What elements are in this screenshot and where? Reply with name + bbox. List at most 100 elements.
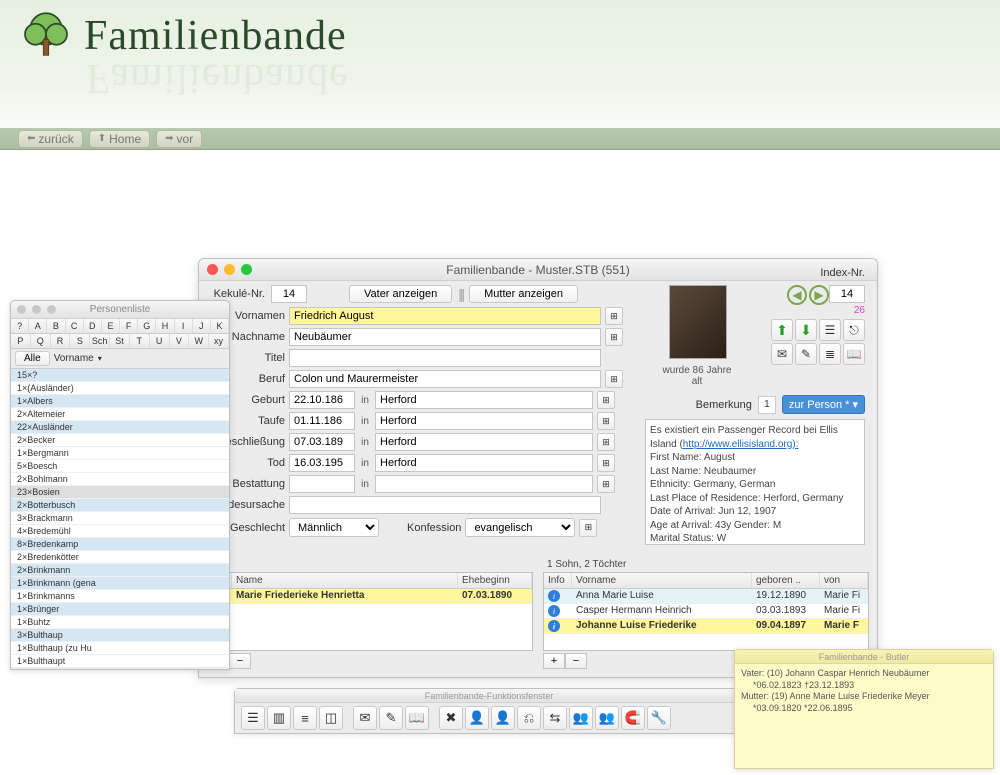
col-vorname[interactable]: Vorname xyxy=(572,573,752,588)
alpha-button[interactable]: St xyxy=(110,334,130,348)
alpha-button[interactable]: K xyxy=(211,319,229,333)
alpha-button[interactable]: S xyxy=(70,334,90,348)
field-action-icon[interactable]: ⊞ xyxy=(605,328,623,346)
couple-icon[interactable]: 👥 xyxy=(595,706,619,730)
book-icon[interactable]: 📖 xyxy=(405,706,429,730)
alpha-button[interactable]: R xyxy=(51,334,71,348)
alpha-button[interactable]: H xyxy=(156,319,174,333)
alpha-button[interactable]: P xyxy=(11,334,31,348)
kekule-field[interactable] xyxy=(271,285,307,303)
table-row[interactable]: i Marie Friederieke Henrietta 07.03.1890 xyxy=(208,589,532,604)
list-item[interactable]: 2×Brinkmann xyxy=(11,564,229,577)
col-name[interactable]: Name xyxy=(232,573,458,588)
tod-place[interactable] xyxy=(375,454,593,472)
field-action-icon[interactable]: ⊞ xyxy=(605,370,623,388)
field-action-icon[interactable]: ⊞ xyxy=(605,307,623,325)
edit-icon[interactable]: ✎ xyxy=(379,706,403,730)
bestattung-date[interactable] xyxy=(289,475,355,493)
drag-handle-icon[interactable]: ||| xyxy=(458,286,463,302)
minimize-icon[interactable] xyxy=(32,305,41,314)
nav-home[interactable]: ⬆Home xyxy=(89,130,150,148)
list-item[interactable]: 2×Becker xyxy=(11,434,229,447)
field-action-icon[interactable]: ⊞ xyxy=(597,475,615,493)
nav-forward[interactable]: ➡vor xyxy=(156,130,202,148)
tool-icon[interactable]: ⎌ xyxy=(517,706,541,730)
alpha-button[interactable]: U xyxy=(150,334,170,348)
tool-icon[interactable]: 🔧 xyxy=(647,706,671,730)
ehe-date[interactable] xyxy=(289,433,355,451)
field-action-icon[interactable]: ⊞ xyxy=(597,391,615,409)
list-item[interactable]: 2×Altemeier xyxy=(11,408,229,421)
col-info[interactable]: Info xyxy=(544,573,572,588)
magnet-icon[interactable]: 🧲 xyxy=(621,706,645,730)
field-action-icon[interactable]: ⊞ xyxy=(597,433,615,451)
alpha-button[interactable]: Q xyxy=(31,334,51,348)
field-action-icon[interactable]: ⊞ xyxy=(597,412,615,430)
table-row[interactable]: i Johanne Luise Friederike 09.04.1897 Ma… xyxy=(544,619,868,634)
nachname-field[interactable] xyxy=(289,328,601,346)
col-ehe[interactable]: Ehebeginn xyxy=(458,573,532,588)
delete-icon[interactable]: ✖ xyxy=(439,706,463,730)
list-item[interactable]: 3×Brackmann xyxy=(11,512,229,525)
add-child-button[interactable]: + xyxy=(543,653,565,669)
vornamen-field[interactable] xyxy=(289,307,601,325)
list-item[interactable]: 8×Bredenkamp xyxy=(11,538,229,551)
field-action-icon[interactable]: ⊞ xyxy=(579,519,597,537)
person-list[interactable]: 15×?1×(Ausländer)1×Albers2×Altemeier22×A… xyxy=(11,369,229,667)
info-icon[interactable]: i xyxy=(548,590,560,602)
alpha-button[interactable]: T xyxy=(130,334,150,348)
tool-icon[interactable]: ≡ xyxy=(293,706,317,730)
geburt-date[interactable] xyxy=(289,391,355,409)
alpha-button[interactable]: B xyxy=(47,319,65,333)
list-item[interactable]: 1×Bulthaup (zu Hu xyxy=(11,642,229,655)
list-item[interactable]: 1×Brinkmann (gena xyxy=(11,577,229,590)
dropdown-icon[interactable]: ▾ xyxy=(98,354,102,363)
list-item[interactable]: 2×Botterbusch xyxy=(11,499,229,512)
list-item[interactable]: 5×Boesch xyxy=(11,460,229,473)
list-item[interactable]: 15×? xyxy=(11,369,229,382)
alpha-button[interactable]: J xyxy=(193,319,211,333)
list-item[interactable]: 23×Bosien xyxy=(11,486,229,499)
todesursache-field[interactable] xyxy=(289,496,601,514)
person-icon[interactable]: 👤 xyxy=(465,706,489,730)
alpha-button[interactable]: G xyxy=(138,319,156,333)
filter-alle-button[interactable]: Alle xyxy=(15,351,50,366)
table-row[interactable]: i Anna Marie Luise 19.12.1890 Marie Fi xyxy=(544,589,868,604)
tool-icon[interactable]: ◫ xyxy=(319,706,343,730)
list-item[interactable]: 1×Bulthaupt xyxy=(11,655,229,667)
list-item[interactable]: 2×Bredenkötter xyxy=(11,551,229,564)
remove-child-button[interactable]: − xyxy=(565,653,587,669)
bestattung-place[interactable] xyxy=(375,475,593,493)
list-item[interactable]: 1×Buhtz xyxy=(11,616,229,629)
field-action-icon[interactable]: ⊞ xyxy=(597,454,615,472)
list-item[interactable]: 2×Bohlmann xyxy=(11,473,229,486)
col-von[interactable]: von xyxy=(820,573,868,588)
show-father-button[interactable]: Vater anzeigen xyxy=(349,285,452,303)
alpha-button[interactable]: A xyxy=(29,319,47,333)
alpha-button[interactable]: D xyxy=(84,319,102,333)
alpha-button[interactable]: xy xyxy=(209,334,229,348)
alpha-button[interactable]: ? xyxy=(11,319,29,333)
next-record-button[interactable]: ▶ xyxy=(809,285,829,305)
taufe-place[interactable] xyxy=(375,412,593,430)
zoom-icon[interactable] xyxy=(241,264,252,275)
barcode-icon[interactable]: ▥ xyxy=(267,706,291,730)
titel-field[interactable] xyxy=(289,349,601,367)
close-icon[interactable] xyxy=(207,264,218,275)
person-icon[interactable]: 👤 xyxy=(491,706,515,730)
konfession-select[interactable]: evangelisch xyxy=(465,518,575,537)
table-row[interactable]: i Casper Hermann Heinrich 03.03.1893 Mar… xyxy=(544,604,868,619)
geburt-place[interactable] xyxy=(375,391,593,409)
geschlecht-select[interactable]: Männlich xyxy=(289,518,379,537)
alpha-button[interactable]: C xyxy=(66,319,84,333)
children-table[interactable]: Info Vorname geboren .. von i Anna Marie… xyxy=(543,572,869,651)
prev-record-button[interactable]: ◀ xyxy=(787,285,807,305)
alpha-button[interactable]: W xyxy=(189,334,209,348)
mail-icon[interactable]: ✉ xyxy=(353,706,377,730)
list-item[interactable]: 1×Brinkmanns xyxy=(11,590,229,603)
remove-partner-button[interactable]: − xyxy=(229,653,251,669)
index-field[interactable] xyxy=(829,285,865,303)
nav-back[interactable]: ⬅zurück xyxy=(18,130,83,148)
alpha-button[interactable]: F xyxy=(120,319,138,333)
beruf-field[interactable] xyxy=(289,370,601,388)
